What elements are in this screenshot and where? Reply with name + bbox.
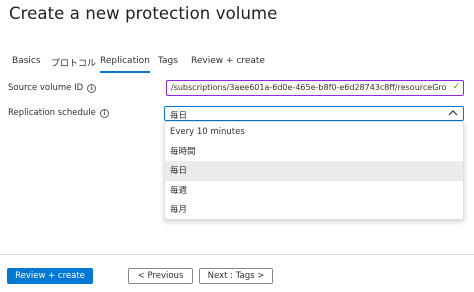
dropdown-option[interactable]: 毎週: [165, 181, 463, 201]
previous-button[interactable]: < Previous: [128, 268, 193, 284]
dropdown-option-selected[interactable]: 毎日: [165, 161, 463, 181]
replication-schedule-select[interactable]: 毎日: [164, 106, 464, 121]
info-icon[interactable]: i: [99, 108, 109, 118]
replication-schedule-label: Replication schedule: [8, 108, 96, 118]
tab-protocol[interactable]: プロトコル: [51, 56, 96, 69]
review-create-button[interactable]: Review + create: [7, 268, 93, 284]
replication-schedule-dropdown: Every 10 minutes 毎時間 毎日 毎週 毎月: [164, 121, 464, 220]
replication-schedule-value: 毎日: [170, 111, 188, 121]
dropdown-option[interactable]: 毎月: [165, 200, 463, 220]
replication-schedule-label-row: Replication schedule i: [8, 108, 109, 118]
dropdown-option[interactable]: 毎時間: [165, 142, 463, 162]
info-icon[interactable]: i: [87, 83, 97, 93]
tab-tags[interactable]: Tags: [158, 56, 178, 66]
chevron-up-icon: [448, 110, 458, 116]
tab-bar: Basics プロトコル Replication Tags Review + c…: [0, 56, 474, 73]
tab-replication[interactable]: Replication: [100, 56, 150, 73]
footer-divider: [0, 254, 474, 255]
tab-review-create[interactable]: Review + create: [191, 56, 265, 66]
dropdown-option[interactable]: Every 10 minutes: [165, 122, 463, 142]
tab-basics[interactable]: Basics: [12, 56, 41, 66]
source-volume-id-field[interactable]: /subscriptions/3aee601a-6d0e-465e-b8f0-e…: [166, 80, 464, 96]
source-volume-id-value: /subscriptions/3aee601a-6d0e-465e-b8f0-e…: [171, 83, 447, 92]
source-volume-label: Source volume ID: [8, 83, 84, 93]
checkmark-icon: ✓: [452, 82, 460, 92]
next-button[interactable]: Next : Tags >: [199, 268, 273, 284]
page-title: Create a new protection volume: [9, 4, 278, 23]
source-volume-label-row: Source volume ID i: [8, 83, 97, 93]
